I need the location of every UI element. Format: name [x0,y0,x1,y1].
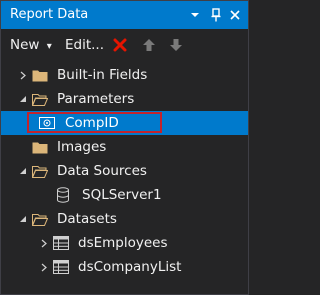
chevron-expanded-icon[interactable] [17,87,29,111]
arrow-down-icon[interactable] [167,36,185,54]
tree-item-dscompanylist[interactable]: dsCompanyList [1,255,248,279]
tree-item-label: Data Sources [57,163,147,179]
folder-open-icon [31,163,49,179]
arrow-up-icon[interactable] [140,36,158,54]
new-button[interactable]: New ▾ [10,36,52,54]
pin-icon[interactable] [208,5,224,25]
chevron-expanded-icon[interactable] [17,159,29,183]
folder-icon [31,67,49,83]
tree-item-images[interactable]: Images [1,135,248,159]
tree-item-label: SQLServer1 [82,187,162,203]
chevron-right-icon[interactable] [38,231,50,255]
folder-icon [31,139,49,155]
tree-item-parameters[interactable]: Parameters [1,87,248,111]
tree-item-label: dsCompanyList [78,259,182,275]
tree-item-label: Datasets [57,211,117,227]
chevron-right-icon[interactable] [38,255,50,279]
folder-open-icon [31,211,49,227]
tree-item-label: Images [57,139,107,155]
database-icon [54,187,72,203]
close-icon[interactable] [227,5,243,25]
chevron-right-icon[interactable] [17,63,29,87]
delete-x-icon[interactable] [111,36,129,54]
tree-item-label: Parameters [57,91,135,107]
parameter-icon [38,115,56,131]
tree-item-label: dsEmployees [78,235,168,251]
folder-open-icon [31,91,49,107]
table-icon [52,235,70,251]
tree-item-compid[interactable]: CompID [1,111,248,135]
tree-item-label: CompID [65,115,119,131]
edit-button[interactable]: Edit... [65,36,104,54]
report-data-panel: Report Data New ▾ Edit... Built-in Field… [0,0,249,295]
tree-item-data-sources[interactable]: Data Sources [1,159,248,183]
dropdown-arrow-icon[interactable] [187,5,203,25]
chevron-expanded-icon[interactable] [17,207,29,231]
tree-item-built-in-fields[interactable]: Built-in Fields [1,63,248,87]
panel-toolbar: New ▾ Edit... [1,31,248,59]
tree-item-datasets[interactable]: Datasets [1,207,248,231]
chevron-down-icon: ▾ [46,41,52,52]
panel-titlebar[interactable]: Report Data [1,1,248,29]
panel-title: Report Data [10,7,89,22]
tree-item-dsemployees[interactable]: dsEmployees [1,231,248,255]
tree-item-label: Built-in Fields [57,67,148,83]
new-button-label: New [10,37,40,53]
tree-item-sqlserver1[interactable]: SQLServer1 [1,183,248,207]
table-icon [52,259,70,275]
